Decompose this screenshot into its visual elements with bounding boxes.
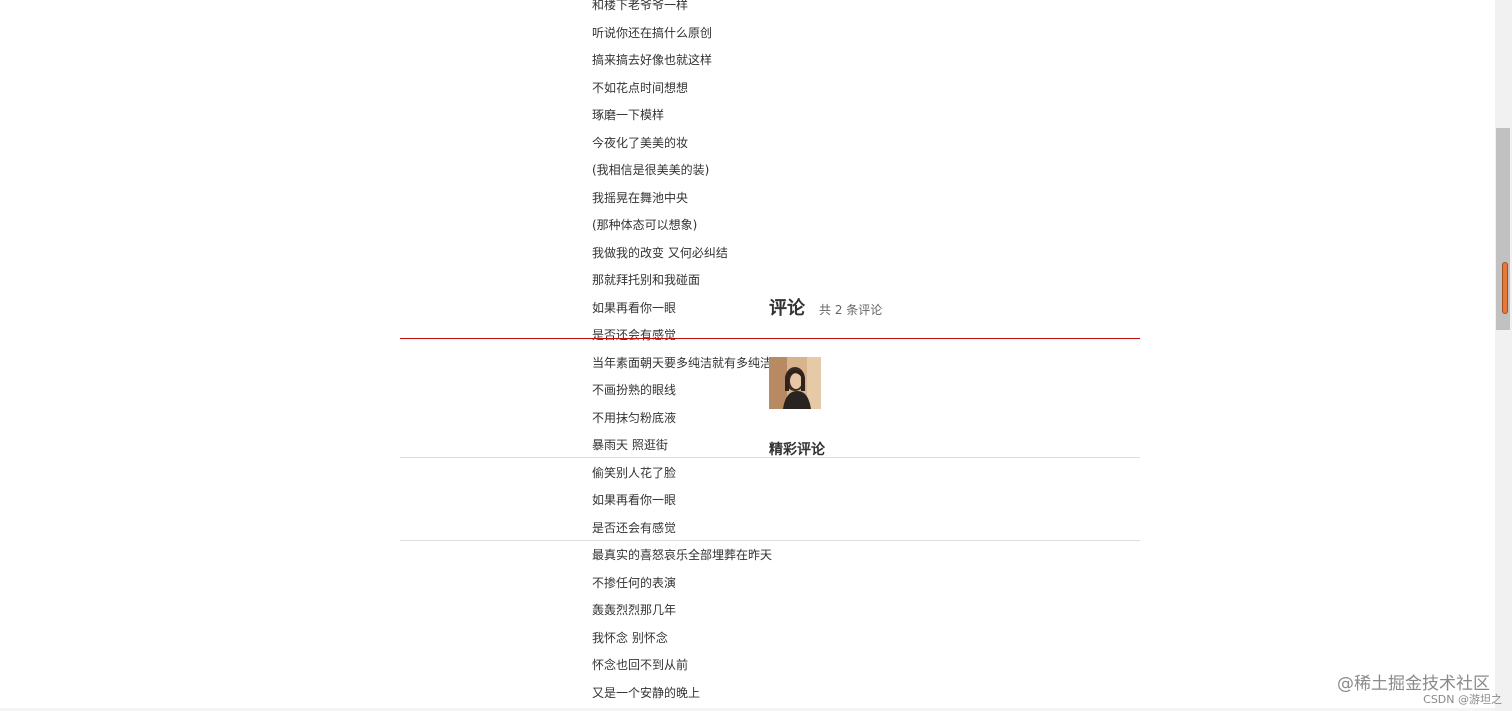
lyric-line: 我做我的改变 又何必纠结 [592, 245, 728, 260]
hot-comments-title: 精彩评论 [769, 442, 825, 458]
vertical-scrollbar[interactable] [1495, 0, 1512, 711]
comment-header-divider [400, 338, 1140, 339]
lyrics-list: 和楼下老爷爷一样 听说你还在搞什么原创 搞来搞去好像也就这样 不如花点时间想想 … [592, 0, 1012, 707]
lyric-line: 最真实的喜怒哀乐全部埋葬在昨天 [592, 548, 773, 562]
lyric-line: 听说你还在搞什么原创 [592, 25, 713, 40]
lyric-line: 和楼下老爷爷一样 [592, 0, 689, 12]
lyric-line: (我相信是很美美的装) [592, 163, 710, 177]
lyric-line: 琢磨一下模样 [592, 108, 665, 122]
comment-title: 评论 [769, 298, 805, 319]
lyric-line: 如果再看你一眼 [592, 493, 677, 507]
lyric-line: 搞来搞去好像也就这样 [592, 53, 713, 67]
user-avatar[interactable] [769, 357, 821, 409]
lyric-line: 今夜化了美美的妆 [592, 135, 689, 150]
avatar-portrait-image [769, 357, 821, 409]
page: 和楼下老爷爷一样 听说你还在搞什么原创 搞来搞去好像也就这样 不如花点时间想想 … [0, 0, 1512, 711]
lyric-line: 轰轰烈烈那几年 [592, 603, 677, 617]
comment-item-divider [400, 540, 1140, 541]
lyric-line: 不如花点时间想想 [592, 80, 689, 95]
lyric-line: 那就拜托别和我碰面 [592, 273, 701, 287]
lyric-line: 怀念也回不到从前 [592, 658, 689, 672]
lyric-line: 是否还会有感觉 [592, 520, 677, 535]
lyric-line: 我摇晃在舞池中央 [592, 190, 689, 205]
watermark-subtext: CSDN @游坦之 [1423, 693, 1502, 706]
comment-header: 评论 共 2 条评论 [769, 294, 882, 322]
comment-count: 共 2 条评论 [819, 303, 883, 317]
lyric-line: (那种体态可以想象) [592, 218, 698, 232]
lyric-line: 偷笑别人花了脸 [592, 465, 677, 480]
scroll-position-marker [1502, 262, 1508, 314]
lyric-line: 我怀念 别怀念 [592, 630, 668, 645]
lyric-line: 是否还会有感觉 [592, 328, 677, 342]
lyric-line: 又是一个安静的晚上 [592, 685, 701, 700]
lyric-line: 不掺任何的表演 [592, 575, 677, 590]
